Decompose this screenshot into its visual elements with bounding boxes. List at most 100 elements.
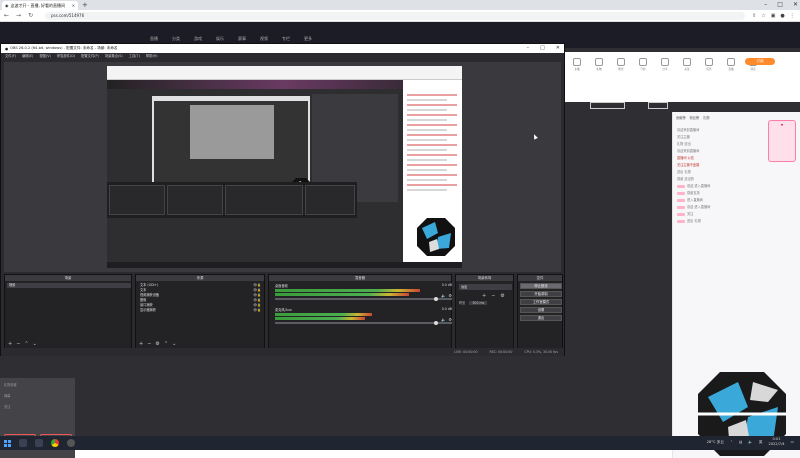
obs-menu-item[interactable]: 配置文件(P)	[81, 53, 99, 60]
lock-icon[interactable]: 🔒	[257, 288, 261, 292]
mute-icon[interactable]: 🔈	[441, 293, 446, 298]
remove-scene-icon[interactable]: −	[16, 341, 20, 347]
minimize-button[interactable]: –	[764, 0, 767, 9]
control-button[interactable]: 设置	[520, 307, 562, 313]
chat-message: 感谢 送出的	[677, 177, 797, 181]
tray-arrow-icon[interactable]: ⌃	[730, 440, 733, 444]
start-icon[interactable]	[4, 439, 11, 447]
move-down-icon[interactable]: ⌄	[172, 341, 176, 347]
room-function-item[interactable]: 关注	[680, 58, 694, 71]
browser-tab[interactable]: ◉ 这波才开 - 直播, 好看的直播间 ✕	[2, 1, 78, 10]
obs-minimize-button[interactable]: –	[527, 44, 530, 53]
room-function-item[interactable]: 粉丝	[614, 58, 628, 71]
chat-tab[interactable]: 粉丝榜	[690, 115, 700, 123]
lock-icon[interactable]: 🔒	[257, 303, 261, 307]
clock[interactable]: 0:01 2022/7/4	[768, 437, 784, 447]
room-function-item[interactable]: 任务	[702, 58, 716, 71]
back-icon[interactable]: ←	[4, 11, 9, 21]
obs-close-button[interactable]: ✕	[556, 44, 560, 53]
network-icon[interactable]: ▤	[739, 440, 742, 444]
obs-maximize-button[interactable]: □	[540, 44, 545, 53]
site-nav-item[interactable]: 专栏	[282, 36, 290, 42]
lock-icon[interactable]: 🔒	[257, 298, 261, 302]
room-function-item[interactable]: 礼物	[592, 58, 606, 71]
menu-icon[interactable]: ⋮	[790, 11, 795, 21]
obs-menu-item[interactable]: 工具(T)	[129, 53, 140, 60]
transition-buttons: + − ⚙	[482, 293, 505, 299]
move-down-icon[interactable]: ⌄	[33, 341, 37, 347]
room-function-item[interactable]: 守护	[636, 58, 650, 71]
room-function-item[interactable]: 主播	[570, 58, 584, 71]
chat-tab[interactable]: 礼物	[703, 115, 709, 123]
forward-icon[interactable]: →	[16, 11, 21, 21]
site-nav-item[interactable]: 赛事	[238, 36, 246, 42]
site-nav-item[interactable]: 直播	[150, 36, 158, 42]
obs-menu-item[interactable]: 文件(F)	[5, 53, 16, 60]
promo-banner[interactable]: ♥	[768, 120, 796, 162]
site-nav-item[interactable]: 视频	[260, 36, 268, 42]
control-button[interactable]: 退出	[520, 315, 562, 321]
volume-slider[interactable]	[275, 321, 452, 325]
track-settings-icon[interactable]: ⚙	[448, 317, 452, 322]
scene-item[interactable]: 场景	[7, 283, 131, 288]
mute-icon[interactable]: 🔈	[441, 317, 446, 322]
reload-icon[interactable]: ↻	[28, 11, 33, 21]
transition-settings-icon[interactable]: ⚙	[500, 293, 504, 299]
bookmark-icon[interactable]: ☆	[761, 11, 765, 21]
track-settings-icon[interactable]: ⚙	[448, 293, 452, 298]
share-icon[interactable]: ⇪	[752, 11, 756, 21]
obs-menu-item[interactable]: 编辑(E)	[22, 53, 33, 60]
subscribe-button[interactable]: 订阅	[745, 58, 775, 65]
volume-slider[interactable]	[275, 297, 452, 301]
obs-menu-item[interactable]: 场景集合(S)	[105, 53, 123, 60]
volume-icon[interactable]: 🔈	[748, 440, 752, 444]
chrome-icon[interactable]	[51, 439, 59, 447]
room-function-item[interactable]: 直播	[724, 58, 738, 71]
transition-select[interactable]: 淡出	[459, 284, 512, 290]
search-icon[interactable]	[19, 439, 27, 447]
weather[interactable]: 28°C 多云	[707, 440, 724, 445]
slider-handle[interactable]	[434, 321, 438, 325]
remove-transition-icon[interactable]: −	[491, 293, 495, 299]
obs-taskbar-icon[interactable]	[67, 439, 75, 447]
obs-menu-item[interactable]: 停靠部件(D)	[57, 53, 75, 60]
source-settings-icon[interactable]: ⚙	[155, 341, 159, 347]
add-scene-icon[interactable]: +	[8, 341, 12, 347]
add-transition-icon[interactable]: +	[482, 293, 486, 299]
room-function-item[interactable]: 分享	[658, 58, 672, 71]
input-language[interactable]: 英	[759, 440, 763, 445]
site-nav-item[interactable]: 分类	[172, 36, 180, 42]
tab-close-icon[interactable]: ✕	[72, 3, 75, 8]
add-source-icon[interactable]: +	[139, 341, 143, 347]
nested-docks	[107, 182, 357, 218]
badge-b[interactable]	[648, 102, 668, 109]
extension-icon[interactable]: ▣	[771, 11, 776, 21]
move-up-icon[interactable]: ⌃	[24, 341, 28, 347]
site-nav-item[interactable]: 娱乐	[216, 36, 224, 42]
move-up-icon[interactable]: ⌃	[164, 341, 168, 347]
address-bar[interactable]: pss.com/514976	[45, 12, 745, 20]
notification-icon[interactable]: ▭	[791, 440, 794, 444]
control-button[interactable]: 工作室模式	[520, 299, 562, 305]
chat-tab[interactable]: 贡献榜	[676, 115, 686, 123]
lock-icon[interactable]: 🔒	[257, 283, 261, 287]
obs-preview[interactable]	[4, 62, 561, 272]
site-nav-item[interactable]: 更多	[304, 36, 312, 42]
profile-icon[interactable]: ●	[780, 11, 784, 21]
badge-a[interactable]	[590, 102, 625, 109]
maximize-button[interactable]: □	[777, 0, 783, 9]
duration-input[interactable]: 300 ms	[469, 301, 488, 305]
control-button[interactable]: 开始录制	[520, 291, 562, 297]
lock-icon[interactable]: 🔒	[257, 293, 261, 297]
remove-source-icon[interactable]: −	[147, 341, 151, 347]
close-button[interactable]: ✕	[793, 0, 798, 9]
new-tab-button[interactable]: +	[82, 1, 88, 9]
site-nav-item[interactable]: 游戏	[194, 36, 202, 42]
taskview-icon[interactable]	[35, 439, 43, 447]
slider-handle[interactable]	[434, 297, 438, 301]
obs-menu-item[interactable]: 视图(V)	[39, 53, 50, 60]
obs-menu-item[interactable]: 帮助(H)	[146, 53, 158, 60]
source-item[interactable]: 显示器捕获 👁🔒	[138, 308, 264, 313]
lock-icon[interactable]: 🔒	[257, 308, 261, 312]
control-button[interactable]: 停止推流	[520, 283, 562, 289]
